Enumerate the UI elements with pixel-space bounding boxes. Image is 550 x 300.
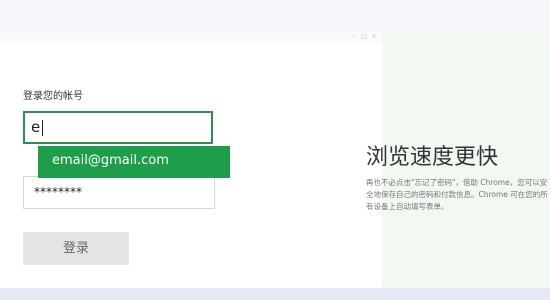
password-field[interactable]: ******** xyxy=(23,176,215,209)
login-heading: 登录您的帐号 xyxy=(23,91,83,102)
text-cursor xyxy=(42,120,43,136)
minimize-icon[interactable]: – xyxy=(351,34,357,40)
screenshot-page: – □ × 登录您的帐号 e ******** email@gmail.com … xyxy=(0,0,550,300)
close-icon[interactable]: × xyxy=(371,34,377,40)
login-button[interactable]: 登录 xyxy=(23,232,129,265)
autocomplete-suggestion[interactable]: email@gmail.com xyxy=(38,146,230,178)
window-titlebar: – □ × xyxy=(0,32,382,44)
promo-title: 浏览速度更快 xyxy=(366,145,499,170)
account-input[interactable]: e xyxy=(23,111,213,144)
promo-description: 再也不必点击"忘记了密码"，借助 Chrome，您可以安全地保存自己的密码和付款… xyxy=(366,178,548,211)
bottom-background-strip xyxy=(0,288,550,300)
top-background-strip xyxy=(0,0,550,32)
maximize-icon[interactable]: □ xyxy=(361,34,367,40)
